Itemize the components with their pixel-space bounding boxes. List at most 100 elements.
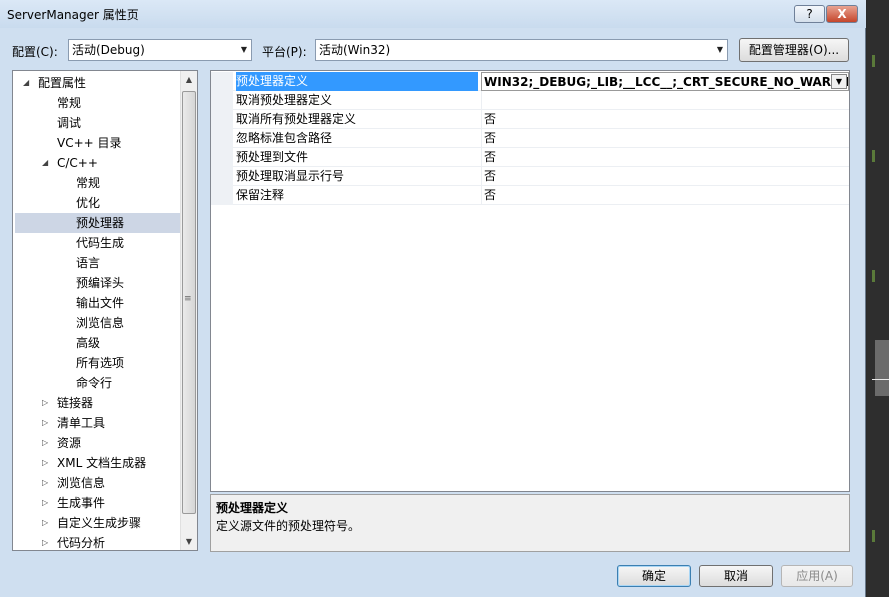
collapsed-arrow-icon[interactable]: ▷ xyxy=(42,393,48,413)
property-row[interactable]: 忽略标准包含路径 否 xyxy=(211,129,849,148)
property-row[interactable]: 预处理器定义 WIN32;_DEBUG;_LIB;__LCC__;_CRT_SEC… xyxy=(211,72,849,91)
collapsed-arrow-icon[interactable]: ▷ xyxy=(42,473,48,493)
tree-item[interactable]: 语言 xyxy=(15,253,180,273)
tree-item[interactable]: 高级 xyxy=(15,333,180,353)
tree-item-label: 浏览信息 xyxy=(76,316,125,330)
config-select[interactable]: 活动(Debug) ▼ xyxy=(68,39,252,61)
row-gutter xyxy=(211,129,233,148)
tree-item[interactable]: ▷ XML 文档生成器 xyxy=(15,453,180,473)
tree-item[interactable]: VC++ 目录 xyxy=(15,133,180,153)
tree-item-label: 预处理器 xyxy=(76,216,125,230)
property-name: 取消预处理器定义 xyxy=(236,93,333,107)
window-title: ServerManager 属性页 xyxy=(7,8,139,22)
grip-icon: ≡ xyxy=(184,294,192,304)
tree-item-label: 生成事件 xyxy=(57,496,106,510)
tree-item[interactable]: 常规 xyxy=(15,93,180,113)
tree-item-label: 语言 xyxy=(76,256,101,270)
close-button[interactable]: X xyxy=(826,5,858,23)
property-tree[interactable]: ▲ ≡ ▼ ◢ 配置属性 常规 调试 VC++ 目录 ◢ C/C++ 常规 优化 预处理器 代码生成… xyxy=(12,70,198,551)
property-value[interactable]: 否 xyxy=(481,129,849,148)
help-button[interactable]: ? xyxy=(794,5,825,23)
expanded-arrow-icon[interactable]: ◢ xyxy=(23,73,29,93)
property-grid[interactable]: 预处理器定义 WIN32;_DEBUG;_LIB;__LCC__;_CRT_SEC… xyxy=(210,70,850,492)
tree-item[interactable]: 常规 xyxy=(15,173,180,193)
description-title: 预处理器定义 xyxy=(216,501,289,515)
tree-item[interactable]: 输出文件 xyxy=(15,293,180,313)
tree-item-label: 所有选项 xyxy=(76,356,125,370)
tree-item[interactable]: ▷ 自定义生成步骤 xyxy=(15,513,180,533)
property-row[interactable]: 取消所有预处理器定义 否 xyxy=(211,110,849,129)
expanded-arrow-icon[interactable]: ◢ xyxy=(42,153,48,173)
row-gutter xyxy=(211,186,233,205)
scroll-up-icon[interactable]: ▲ xyxy=(181,71,197,88)
scroll-down-icon[interactable]: ▼ xyxy=(181,533,197,550)
tree-item-label: 输出文件 xyxy=(76,296,125,310)
tree-item-label: XML 文档生成器 xyxy=(57,456,147,470)
property-value-text: 否 xyxy=(484,112,497,126)
tree-item[interactable]: 调试 xyxy=(15,113,180,133)
tree-item-label: 代码生成 xyxy=(76,236,125,250)
tree-item[interactable]: 预编译头 xyxy=(15,273,180,293)
tree-item-label: 命令行 xyxy=(76,376,113,390)
description-panel: 预处理器定义 定义源文件的预处理符号。 xyxy=(210,494,850,552)
ok-button[interactable]: 确定 xyxy=(617,565,691,587)
tree-item[interactable]: 优化 xyxy=(15,193,180,213)
property-value[interactable]: WIN32;_DEBUG;_LIB;__LCC__;_CRT_SECURE_NO… xyxy=(481,72,849,91)
collapsed-arrow-icon[interactable]: ▷ xyxy=(42,433,48,453)
row-gutter xyxy=(211,167,233,186)
property-value-text: 否 xyxy=(484,150,497,164)
tree-item-label: 自定义生成步骤 xyxy=(57,516,142,530)
property-row[interactable]: 预处理到文件 否 xyxy=(211,148,849,167)
property-value-text: WIN32;_DEBUG;_LIB;__LCC__;_CRT_SECURE_NO… xyxy=(484,75,849,89)
background-scroll-tab xyxy=(875,340,889,396)
title-bar[interactable]: ServerManager 属性页 ? X xyxy=(0,0,866,28)
platform-select[interactable]: 活动(Win32) ▼ xyxy=(315,39,728,61)
description-text: 定义源文件的预处理符号。 xyxy=(216,519,361,533)
tree-item[interactable]: 预处理器 xyxy=(15,213,180,233)
tree-item[interactable]: ▷ 清单工具 xyxy=(15,413,180,433)
tree-item[interactable]: ▷ 生成事件 xyxy=(15,493,180,513)
property-name: 取消所有预处理器定义 xyxy=(236,112,357,126)
tree-item[interactable]: ◢ 配置属性 xyxy=(15,73,180,93)
background-marker xyxy=(872,150,875,162)
tree-item-label: 清单工具 xyxy=(57,416,106,430)
collapsed-arrow-icon[interactable]: ▷ xyxy=(42,413,48,433)
chevron-down-icon[interactable]: ▼ xyxy=(831,74,847,89)
cancel-button[interactable]: 取消 xyxy=(699,565,773,587)
property-value[interactable]: 否 xyxy=(481,186,849,205)
collapsed-arrow-icon[interactable]: ▷ xyxy=(42,513,48,533)
tree-scrollbar[interactable]: ▲ ≡ ▼ xyxy=(180,71,197,550)
config-select-value: 活动(Debug) xyxy=(72,43,145,57)
tree-item[interactable]: 浏览信息 xyxy=(15,313,180,333)
property-row[interactable]: 取消预处理器定义 xyxy=(211,91,849,110)
property-value-text: 否 xyxy=(484,131,497,145)
property-value[interactable]: 否 xyxy=(481,167,849,186)
property-value[interactable]: 否 xyxy=(481,148,849,167)
tree-item-label: 预编译头 xyxy=(76,276,125,290)
tree-item[interactable]: 所有选项 xyxy=(15,353,180,373)
tree-item[interactable]: ▷ 代码分析 xyxy=(15,533,180,550)
property-row[interactable]: 预处理取消显示行号 否 xyxy=(211,167,849,186)
property-value-text: 否 xyxy=(484,188,497,202)
tree-item[interactable]: 代码生成 xyxy=(15,233,180,253)
tree-item[interactable]: ◢ C/C++ xyxy=(15,153,180,173)
collapsed-arrow-icon[interactable]: ▷ xyxy=(42,453,48,473)
row-gutter xyxy=(211,72,233,91)
tree-item[interactable]: ▷ 资源 xyxy=(15,433,180,453)
tree-item-label: 常规 xyxy=(57,96,82,110)
tree-item[interactable]: 命令行 xyxy=(15,373,180,393)
tree-item-label: 高级 xyxy=(76,336,101,350)
tree-item[interactable]: ▷ 链接器 xyxy=(15,393,180,413)
apply-button[interactable]: 应用(A) xyxy=(781,565,853,587)
property-value[interactable] xyxy=(481,91,849,110)
tree-item[interactable]: ▷ 浏览信息 xyxy=(15,473,180,493)
tree-item-label: 配置属性 xyxy=(38,76,87,90)
config-label: 配置(C): xyxy=(12,45,58,59)
collapsed-arrow-icon[interactable]: ▷ xyxy=(42,493,48,513)
tree-item-label: 链接器 xyxy=(57,396,94,410)
chevron-down-icon: ▼ xyxy=(240,45,247,54)
configuration-manager-button[interactable]: 配置管理器(O)... xyxy=(739,38,849,62)
property-value[interactable]: 否 xyxy=(481,110,849,129)
property-row[interactable]: 保留注释 否 xyxy=(211,186,849,205)
collapsed-arrow-icon[interactable]: ▷ xyxy=(42,533,48,550)
